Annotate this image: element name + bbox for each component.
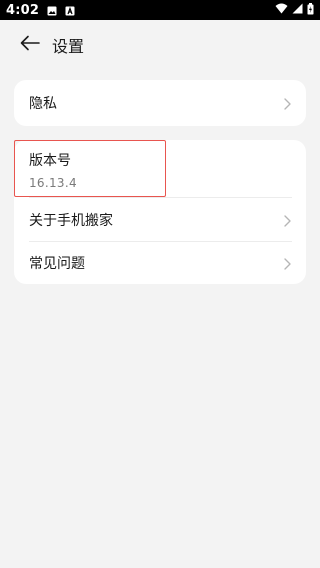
chevron-right-icon bbox=[282, 96, 292, 110]
faq-label: 常见问题 bbox=[29, 255, 85, 272]
battery-charging-icon bbox=[307, 2, 314, 18]
cellular-signal-icon bbox=[292, 3, 303, 17]
back-button[interactable] bbox=[10, 25, 50, 65]
faq-row[interactable]: 常见问题 bbox=[14, 241, 306, 284]
privacy-card: 隐私 bbox=[14, 80, 306, 126]
chevron-right-icon bbox=[282, 213, 292, 227]
version-value: 16.13.4 bbox=[29, 176, 77, 190]
status-bar: 4:02 bbox=[0, 0, 320, 20]
privacy-row[interactable]: 隐私 bbox=[14, 80, 306, 126]
wifi-icon bbox=[275, 3, 288, 17]
page-title: 设置 bbox=[52, 37, 85, 56]
app-bar: 设置 bbox=[0, 20, 320, 70]
version-item: 版本号 16.13.4 bbox=[14, 140, 306, 198]
image-notification-icon bbox=[47, 5, 57, 16]
arrow-left-icon bbox=[20, 35, 40, 55]
about-card: 版本号 16.13.4 关于手机搬家 常见问题 bbox=[14, 140, 306, 284]
about-phone-clone-label: 关于手机搬家 bbox=[29, 212, 113, 229]
chevron-right-icon bbox=[282, 256, 292, 270]
privacy-label: 隐私 bbox=[29, 96, 57, 112]
app-notification-icon bbox=[65, 5, 75, 16]
version-title: 版本号 bbox=[29, 153, 71, 169]
status-time: 4:02 bbox=[6, 2, 40, 18]
about-phone-clone-row[interactable]: 关于手机搬家 bbox=[14, 198, 306, 241]
